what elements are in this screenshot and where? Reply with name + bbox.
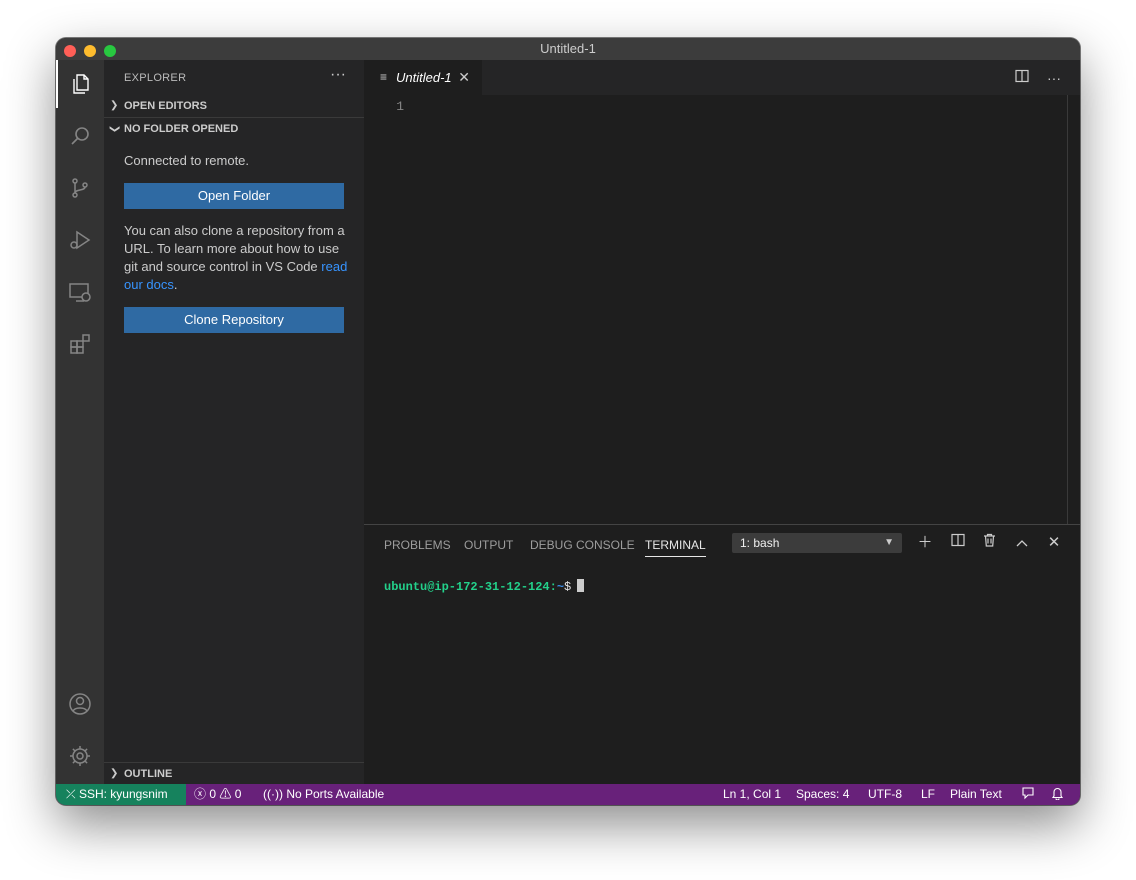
new-terminal-icon[interactable]: ＋ xyxy=(915,533,935,553)
editor-area: ≡ Untitled-1 ✕ ··· 1 xyxy=(364,60,1080,524)
open-editors-label: OPEN EDITORS xyxy=(124,100,207,112)
ports-label: No Ports Available xyxy=(286,787,385,801)
tab-output[interactable]: OUTPUT xyxy=(464,537,513,557)
run-debug-icon[interactable] xyxy=(56,216,104,264)
encoding-status[interactable]: UTF-8 xyxy=(868,784,902,805)
chevron-down-icon: ▼ xyxy=(884,537,894,548)
close-panel-icon[interactable]: ✕ xyxy=(1044,533,1064,553)
open-folder-button[interactable]: Open Folder xyxy=(124,183,344,209)
chevron-down-icon: ❯ xyxy=(109,124,121,134)
open-editors-section[interactable]: ❯ OPEN EDITORS xyxy=(104,95,364,117)
accounts-icon[interactable] xyxy=(56,680,104,728)
terminal-select[interactable]: 1: bash ▼ xyxy=(732,533,902,553)
extensions-icon[interactable] xyxy=(56,320,104,368)
clone-repository-button[interactable]: Clone Repository xyxy=(124,307,344,333)
warning-icon: ⚠ xyxy=(219,787,232,801)
eol-status[interactable]: LF xyxy=(921,784,935,805)
indentation-status[interactable]: Spaces: 4 xyxy=(796,784,849,805)
error-icon: ⓧ xyxy=(194,787,207,801)
tab-debug-console[interactable]: DEBUG CONSOLE xyxy=(530,537,635,557)
title-bar: Untitled-1 xyxy=(56,38,1080,60)
minimize-window-button[interactable] xyxy=(84,45,96,57)
manage-gear-icon[interactable] xyxy=(56,732,104,780)
error-count: 0 xyxy=(209,787,217,801)
status-bar: ⤫ SSH: kyungsnim ⓧ 0 ⚠ 0 ((·)) No Ports … xyxy=(56,784,1080,805)
file-lines-icon: ≡ xyxy=(380,70,388,84)
prompt-path: ~ xyxy=(556,580,565,594)
editor-more-button[interactable]: ··· xyxy=(1044,68,1064,88)
vscode-window: Untitled-1 EXPLORER ··· ❯ OPEN EDITORS ❯… xyxy=(56,38,1080,805)
bell-icon[interactable] xyxy=(1051,784,1064,805)
line-number: 1 xyxy=(396,99,404,114)
split-terminal-icon[interactable] xyxy=(948,533,968,553)
bottom-panel: PROBLEMS OUTPUT DEBUG CONSOLE TERMINAL 1… xyxy=(364,524,1080,784)
activity-bar xyxy=(56,60,104,784)
editor-tabs: ≡ Untitled-1 ✕ ··· xyxy=(364,60,1080,95)
terminal-cursor xyxy=(577,579,585,592)
editor-scrollbar[interactable] xyxy=(1067,95,1068,524)
trash-icon[interactable] xyxy=(979,533,999,553)
prompt-user: ubuntu@ip-172-31-12-124 xyxy=(384,580,550,594)
remote-explorer-icon[interactable] xyxy=(56,268,104,316)
explorer-icon[interactable] xyxy=(56,60,104,108)
problems-status[interactable]: ⓧ 0 ⚠ 0 xyxy=(194,784,241,805)
chevron-right-icon: ❯ xyxy=(110,100,119,111)
remote-indicator[interactable]: ⤫ SSH: kyungsnim xyxy=(56,784,186,805)
tab-label: Untitled-1 xyxy=(396,70,452,85)
tab-problems[interactable]: PROBLEMS xyxy=(384,537,451,557)
split-editor-icon[interactable] xyxy=(1012,68,1032,88)
explorer-sidebar: EXPLORER ··· ❯ OPEN EDITORS ❯ NO FOLDER … xyxy=(104,60,364,784)
language-mode[interactable]: Plain Text xyxy=(950,784,1002,805)
prompt-separator: : xyxy=(549,580,557,594)
prompt-dollar: $ xyxy=(564,580,572,594)
sidebar-more-button[interactable]: ··· xyxy=(330,66,346,84)
sidebar-title: EXPLORER xyxy=(124,72,187,84)
feedback-icon[interactable] xyxy=(1021,784,1035,805)
maximize-window-button[interactable] xyxy=(104,45,116,57)
search-icon[interactable] xyxy=(56,112,104,160)
broadcast-icon: ((·)) xyxy=(263,787,283,801)
chevron-right-icon: ❯ xyxy=(110,768,119,779)
clone-help-text-body: You can also clone a repository from a U… xyxy=(124,223,345,274)
warning-count: 0 xyxy=(234,787,242,801)
ports-status[interactable]: ((·)) No Ports Available xyxy=(263,784,384,805)
clone-help-text-end: . xyxy=(173,277,178,292)
no-folder-section[interactable]: ❯ NO FOLDER OPENED xyxy=(104,118,364,140)
cursor-position[interactable]: Ln 1, Col 1 xyxy=(723,784,781,805)
close-window-button[interactable] xyxy=(64,45,76,57)
outline-label: OUTLINE xyxy=(124,768,173,780)
terminal-prompt[interactable]: ubuntu@ip-172-31-12-124:~$ xyxy=(384,579,585,594)
window-title: Untitled-1 xyxy=(540,41,596,56)
outline-section[interactable]: ❯ OUTLINE xyxy=(104,763,364,785)
maximize-panel-icon[interactable] xyxy=(1012,533,1032,553)
terminal-select-value: 1: bash xyxy=(740,536,780,550)
clone-help-text: You can also clone a repository from a U… xyxy=(124,222,348,294)
tab-terminal[interactable]: TERMINAL xyxy=(645,537,706,557)
connected-text: Connected to remote. xyxy=(124,153,250,168)
remote-label: SSH: kyungsnim xyxy=(78,787,168,801)
tab-untitled-1[interactable]: ≡ Untitled-1 ✕ xyxy=(364,60,482,95)
no-folder-label: NO FOLDER OPENED xyxy=(124,123,239,135)
source-control-icon[interactable] xyxy=(56,164,104,212)
close-tab-icon[interactable]: ✕ xyxy=(458,60,470,95)
remote-icon: ⤫ xyxy=(66,787,79,801)
